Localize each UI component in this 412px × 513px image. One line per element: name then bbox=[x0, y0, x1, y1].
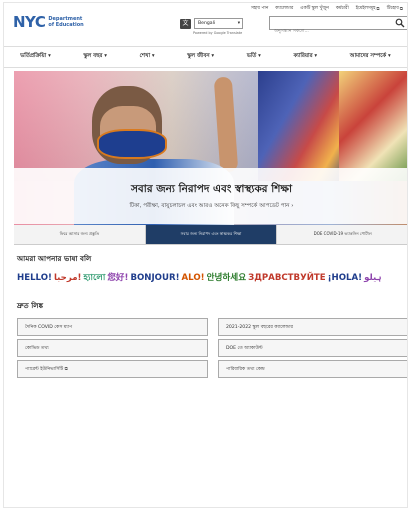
quick-link-school-calendar[interactable]: 2021-2022 স্কুল বছরের ক্যালেন্ডার bbox=[218, 318, 407, 336]
languages-heading: আমরা আপনার ভাষা বলি bbox=[17, 254, 92, 263]
quick-link-covid-info[interactable]: কোভিড তথ্য bbox=[17, 339, 208, 357]
hero-artwork-wall bbox=[339, 71, 407, 181]
greeting-word: ALO! bbox=[181, 273, 205, 283]
greetings-row: HELLO! مرحبا! হ্যালো 您好! BONJOUR! ALO! 안… bbox=[17, 271, 407, 285]
nyc-doe-logo[interactable]: NYC Department of Education bbox=[13, 13, 88, 31]
page: সহায় পান ক্যালেন্ডার একটি স্কুল খুঁজুন … bbox=[3, 2, 408, 508]
chevron-down-icon: ▾ bbox=[237, 21, 240, 26]
powered-by-google-translate[interactable]: Powered by Google Translate bbox=[193, 31, 242, 35]
language-select[interactable]: Bengali ▾ bbox=[194, 18, 243, 29]
main-nav: ভর্তিপ্রক্রিয়াি ▾ স্কুল বছর ▾ শেখা ▾ স্… bbox=[4, 46, 407, 68]
quick-link-covid-map[interactable]: দৈনিক COVID কেস ম্যাপ bbox=[17, 318, 208, 336]
greeting-word: مرحبا! bbox=[53, 273, 82, 283]
greeting-word: ЗДРАВСТВУЙТЕ bbox=[248, 273, 326, 283]
utility-link-staff[interactable]: কর্মচারী bbox=[336, 5, 349, 12]
tab-back-to-school[interactable]: ফিরে আসার জন্য প্রস্তুতি bbox=[14, 225, 146, 244]
hero-child-mask bbox=[97, 129, 167, 159]
utility-link-find-school[interactable]: একটি স্কুল খুঁজুন bbox=[300, 5, 329, 12]
logo-nyc: NYC bbox=[13, 13, 46, 31]
greeting-word: BONJOUR! bbox=[130, 273, 180, 283]
tab-vaccine-portal[interactable]: DOE COVID-19 ভ্যাকসিন পোর্টাল bbox=[277, 225, 407, 244]
quick-links-right: 2021-2022 স্কুল বছরের ক্যালেন্ডার DOE তে… bbox=[218, 318, 407, 378]
carousel-tabs: ফিরে আসার জন্য প্রস্তুতি সবার জন্য নিরাপ… bbox=[14, 225, 407, 245]
external-link-icon: ⧉ bbox=[64, 367, 68, 372]
greeting-word: হ্যালো bbox=[83, 273, 106, 283]
greeting-word: 您好! bbox=[107, 273, 129, 283]
tab-safe-healthy-learning[interactable]: সবার জন্য নিরাপদ এবং স্বাস্থ্যকর শিক্ষা bbox=[145, 225, 278, 244]
search-icon[interactable] bbox=[395, 18, 405, 28]
utility-bar: সহায় পান ক্যালেন্ডার একটি স্কুল খুঁজুন … bbox=[251, 5, 403, 12]
external-link-icon: ⧉ bbox=[376, 6, 380, 12]
nav-item-learning[interactable]: শেখা ▾ bbox=[140, 53, 155, 61]
logo-department-text: Department of Education bbox=[48, 16, 84, 28]
nav-item-school-life[interactable]: স্কুল জীবন ▾ bbox=[187, 53, 214, 61]
quick-link-doe-account[interactable]: DOE তে অ্যাকাউন্ট bbox=[218, 339, 407, 357]
translate-widget: 文 Bengali ▾ bbox=[180, 18, 243, 29]
external-link-icon: ⧉ bbox=[399, 6, 403, 12]
greeting-word: HELLO! bbox=[17, 273, 52, 283]
nav-item-enrollment[interactable]: ভর্তি ▾ bbox=[247, 53, 261, 61]
quick-link-parent-university[interactable]: প্যারেন্ট ইউনিভার্সিটি ⧉ bbox=[17, 360, 208, 378]
greeting-word: 안녕하세요 bbox=[206, 273, 247, 283]
hero-title: সবার জন্য নিরাপদ এবং স্বাস্থ্যকর শিক্ষা bbox=[131, 183, 292, 195]
hero-painting bbox=[258, 71, 348, 181]
greeting-word: ہیلو bbox=[364, 273, 382, 283]
utility-link-emails[interactable]: ইমেইলসমূহ ⧉ bbox=[356, 5, 380, 12]
quick-links-heading: দ্রুত লিঙ্ক bbox=[17, 301, 44, 310]
search-box bbox=[269, 16, 407, 38]
nav-item-school-year[interactable]: স্কুল বছর ▾ bbox=[83, 53, 107, 61]
quick-link-family-info-center[interactable]: পারিবারিক তথ্য কেন্দ্র bbox=[218, 360, 407, 378]
search-input[interactable] bbox=[270, 25, 385, 38]
nav-item-careers[interactable]: ক্যারিয়ার ▾ bbox=[293, 53, 317, 61]
utility-link-teachhub[interactable]: টিচহাব ⧉ bbox=[387, 5, 403, 12]
nav-item-about-us[interactable]: আমাদের সম্পর্কে ▾ bbox=[350, 53, 391, 61]
utility-link-calendar[interactable]: ক্যালেন্ডার bbox=[275, 5, 293, 12]
greeting-word: ¡HOLA! bbox=[327, 273, 363, 283]
hero-caption: সবার জন্য নিরাপদ এবং স্বাস্থ্যকর শিক্ষা … bbox=[14, 168, 407, 224]
nav-item-admissions[interactable]: ভর্তিপ্রক্রিয়াি ▾ bbox=[20, 53, 51, 61]
quick-links-left: দৈনিক COVID কেস ম্যাপ কোভিড তথ্য প্যারেন… bbox=[17, 318, 208, 378]
utility-link-help[interactable]: সহায় পান bbox=[251, 5, 268, 12]
hero-subtitle-link[interactable]: টিকা, পরীক্ষা, বায়ুচলাচল এবং আরও অনেক ক… bbox=[14, 202, 407, 211]
translate-icon: 文 bbox=[180, 18, 191, 29]
